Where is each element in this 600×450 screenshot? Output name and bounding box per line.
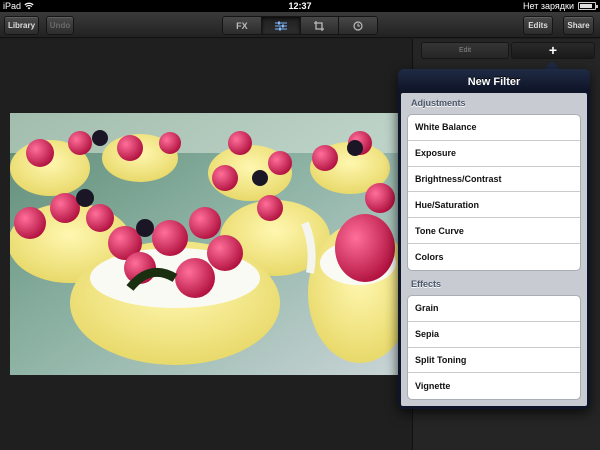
status-right: Нет зарядки: [523, 0, 598, 12]
popover-body[interactable]: Adjustments White Balance Exposure Brigh…: [401, 93, 587, 406]
section-header-adjustments: Adjustments: [411, 98, 466, 108]
sliders-icon: [274, 21, 287, 30]
battery-fill: [580, 4, 592, 8]
filter-item-exposure[interactable]: Exposure: [408, 141, 580, 167]
tab-history[interactable]: [339, 17, 377, 34]
status-time: 12:37: [288, 1, 312, 11]
filter-item-split-toning[interactable]: Split Toning: [408, 348, 580, 374]
effects-group: Grain Sepia Split Toning Vignette: [407, 295, 581, 401]
filter-item-brightness-contrast[interactable]: Brightness/Contrast: [408, 167, 580, 193]
filter-item-colors[interactable]: Colors: [408, 244, 580, 270]
add-filter-button[interactable]: +: [511, 42, 595, 59]
share-button[interactable]: Share: [563, 16, 594, 35]
tool-segmented-control: FX: [222, 16, 378, 35]
tab-crop[interactable]: [300, 17, 340, 34]
new-filter-popover: New Filter Adjustments White Balance Exp…: [398, 69, 590, 409]
filter-item-vignette[interactable]: Vignette: [408, 373, 580, 399]
tab-fx-label: FX: [236, 20, 248, 31]
photo-preview[interactable]: [10, 113, 398, 375]
canvas-area: [0, 39, 412, 450]
top-toolbar: Library Undo FX Edits Share: [0, 12, 600, 38]
undo-button[interactable]: Undo: [46, 16, 74, 35]
battery-icon: [578, 2, 598, 10]
charging-status: Нет зарядки: [523, 1, 574, 11]
crop-icon: [314, 20, 325, 31]
edit-tab[interactable]: Edit: [421, 42, 509, 59]
library-button[interactable]: Library: [4, 16, 39, 35]
filter-item-white-balance[interactable]: White Balance: [408, 115, 580, 141]
photo-image: [10, 113, 398, 375]
filter-item-tone-curve[interactable]: Tone Curve: [408, 218, 580, 244]
tab-adjust[interactable]: [261, 17, 301, 34]
filter-item-grain[interactable]: Grain: [408, 296, 580, 322]
adjustments-group: White Balance Exposure Brightness/Contra…: [407, 114, 581, 271]
status-bar: iPad 12:37 Нет зарядки: [0, 0, 600, 12]
clock-icon: [353, 20, 363, 31]
filter-item-sepia[interactable]: Sepia: [408, 322, 580, 348]
tab-fx[interactable]: FX: [223, 17, 262, 34]
edits-button[interactable]: Edits: [523, 16, 553, 35]
filter-item-hue-saturation[interactable]: Hue/Saturation: [408, 192, 580, 219]
section-header-effects: Effects: [411, 279, 442, 289]
popover-title: New Filter: [467, 76, 521, 88]
